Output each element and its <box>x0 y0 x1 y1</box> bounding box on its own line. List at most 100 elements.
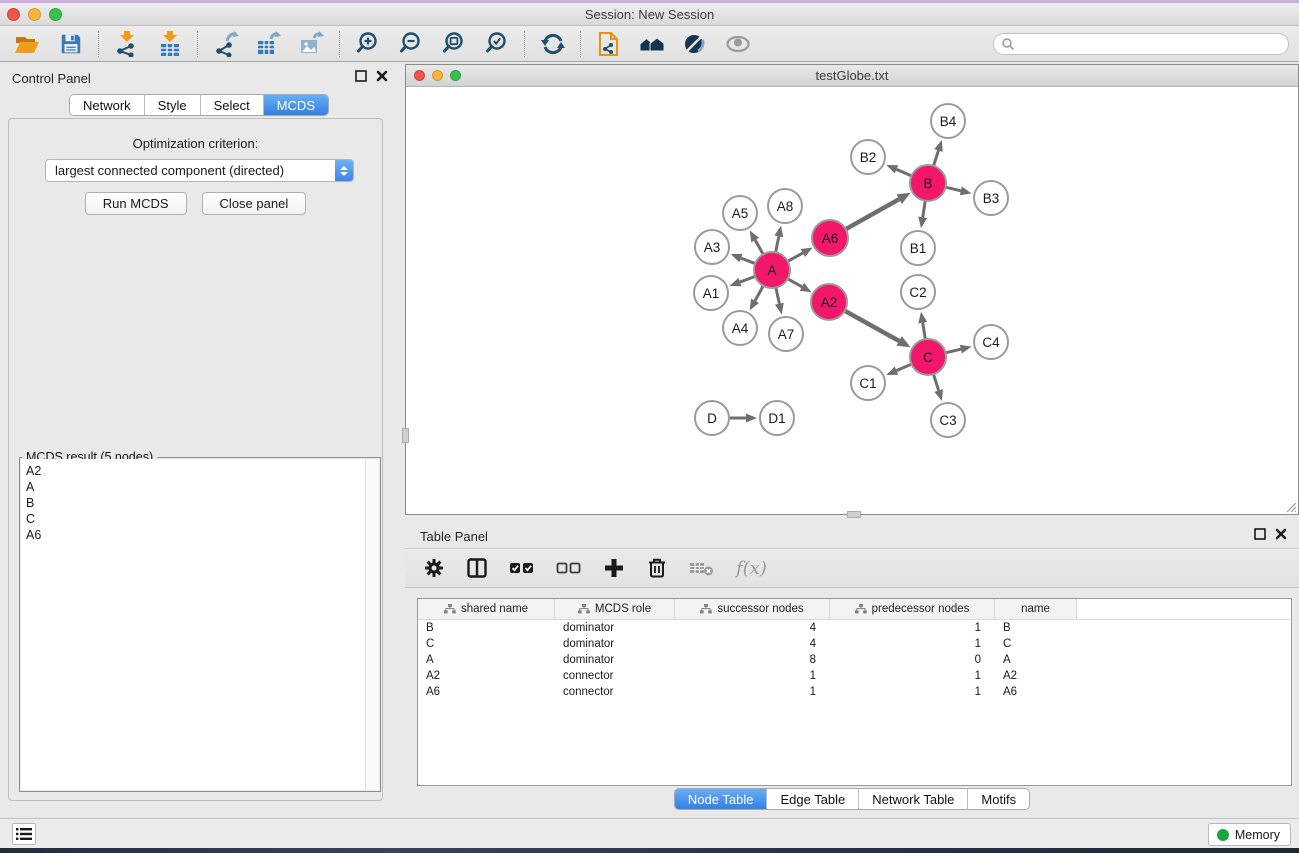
splitter-handle-vertical[interactable] <box>402 428 409 443</box>
add-column-button plus-icon[interactable] <box>603 557 625 579</box>
graph-edge-A6-B <box>846 199 900 229</box>
edge-arrowhead <box>886 165 898 174</box>
table-cell: connector <box>555 686 675 698</box>
tab-network[interactable]: Network <box>70 95 144 115</box>
zoom-out-button[interactable] <box>389 28 432 60</box>
open-session-button[interactable] <box>6 28 49 60</box>
new-network-button[interactable] <box>587 28 630 60</box>
app-titlebar: Session: New Session <box>0 3 1299 26</box>
network-canvas[interactable]: AA1A2A3A4A5A6A7A8BB1B2B3B4CC1C2C3C4DD1 <box>406 88 1298 514</box>
table-row[interactable]: Adominator80A <box>418 652 1291 668</box>
optimization-criterion-select[interactable]: largest connected component (directed) <box>45 159 354 182</box>
function-builder-button fx-icon[interactable]: f(x) <box>736 558 767 579</box>
table-cell: A6 <box>418 686 555 698</box>
float-panel-icon[interactable] <box>1254 528 1266 540</box>
tab-network-table[interactable]: Network Table <box>858 789 967 809</box>
edge-arrowhead <box>746 414 757 423</box>
zoom-fit-button[interactable] <box>432 28 475 60</box>
column-header-successor-nodes[interactable]: successor nodes <box>675 599 830 619</box>
table-cell: C <box>995 638 1077 650</box>
tab-select[interactable]: Select <box>200 95 263 115</box>
graph-edge-B-B2 <box>896 169 911 176</box>
tab-node-table[interactable]: Node Table <box>675 789 767 809</box>
attribute-tree-icon <box>578 604 590 614</box>
graph-node-label: B2 <box>860 150 877 165</box>
float-panel-icon[interactable] <box>355 70 367 82</box>
zoom-selected-button[interactable] <box>475 28 518 60</box>
graph-edge-A-A6 <box>788 253 803 261</box>
run-mcds-button[interactable]: Run MCDS <box>85 192 187 215</box>
graph-node-label: B3 <box>983 191 1000 206</box>
result-list-item: C <box>21 513 379 529</box>
zoom-in-button[interactable] <box>346 28 389 60</box>
column-header-mcds-role[interactable]: MCDS role <box>555 599 675 619</box>
tab-motifs[interactable]: Motifs <box>967 789 1029 809</box>
dropdown-arrows-icon <box>335 160 353 181</box>
export-network-button[interactable] <box>204 28 247 60</box>
memory-button[interactable]: Memory <box>1208 823 1291 846</box>
table-cell: A2 <box>995 670 1077 682</box>
export-table-button[interactable] <box>247 28 290 60</box>
graph-node-label: C <box>923 350 933 365</box>
network-window-titlebar: testGlobe.txt <box>406 65 1298 87</box>
network-window-title: testGlobe.txt <box>406 65 1298 86</box>
deselect-all-button unchecked-boxes-icon[interactable] <box>556 557 582 579</box>
node-table-body: Bdominator41BCdominator41CAdominator80AA… <box>418 620 1291 700</box>
node-table: shared nameMCDS rolesuccessor nodesprede… <box>417 598 1292 786</box>
eye-icon <box>724 31 752 57</box>
search-input[interactable] <box>1015 35 1288 53</box>
graph-edge-C-C1 <box>896 364 911 371</box>
destroy-table-button table-delete-icon[interactable] <box>689 557 715 579</box>
table-row[interactable]: A6connector11A6 <box>418 684 1291 700</box>
column-header-predecessor-nodes[interactable]: predecessor nodes <box>830 599 995 619</box>
export-image-icon <box>299 31 325 57</box>
table-cell: dominator <box>555 622 675 634</box>
close-panel-icon[interactable] <box>1275 528 1287 540</box>
tab-style[interactable]: Style <box>144 95 200 115</box>
import-network-button[interactable] <box>105 28 148 60</box>
column-header-name[interactable]: name <box>995 599 1077 619</box>
select-all-button checked-boxes-icon[interactable] <box>509 557 535 579</box>
tab-edge-table[interactable]: Edge Table <box>766 789 858 809</box>
attribute-tree-icon <box>700 604 712 614</box>
table-settings-button gear-icon[interactable] <box>423 557 445 579</box>
graph-edge-B-B1 <box>923 201 926 218</box>
first-neighbors-button[interactable] <box>630 28 673 60</box>
table-row[interactable]: Bdominator41B <box>418 620 1291 636</box>
control-panel-title: Control Panel <box>12 71 91 86</box>
main-toolbar <box>0 26 1299 62</box>
delete-column-button trash-icon[interactable] <box>646 557 668 579</box>
mcds-result-list: A2ABCA6 <box>21 459 379 790</box>
result-scrollbar[interactable] <box>365 459 379 790</box>
graph-node-label: A6 <box>822 231 839 246</box>
hide-selected-button[interactable] <box>673 28 716 60</box>
splitter-handle-horizontal[interactable] <box>847 511 861 518</box>
edge-arrowhead <box>775 303 784 315</box>
graph-edge-A-A2 <box>788 279 802 287</box>
attribute-tree-icon <box>444 604 456 614</box>
import-table-button[interactable] <box>148 28 191 60</box>
table-row[interactable]: A2connector11A2 <box>418 668 1291 684</box>
column-header-shared-name[interactable]: shared name <box>418 599 555 619</box>
application-window: Session: New Session <box>0 0 1299 853</box>
apply-layout-button[interactable] <box>531 28 574 60</box>
resize-grip-icon[interactable] <box>1283 499 1297 513</box>
table-row[interactable]: Cdominator41C <box>418 636 1291 652</box>
save-session-button[interactable] <box>49 28 92 60</box>
task-history-button[interactable] <box>12 823 36 845</box>
memory-status-icon <box>1217 829 1229 841</box>
search-box <box>993 33 1289 55</box>
table-cell: A2 <box>418 670 555 682</box>
show-column-button columns-icon[interactable] <box>466 557 488 579</box>
table-panel-tabs: Node TableEdge TableNetwork TableMotifs <box>674 788 1030 810</box>
graph-node-label: A8 <box>777 199 794 214</box>
toolbar-divider <box>339 31 340 57</box>
table-cell: connector <box>555 670 675 682</box>
table-cell: dominator <box>555 654 675 666</box>
close-panel-icon[interactable] <box>376 70 388 82</box>
close-panel-button[interactable]: Close panel <box>202 192 307 215</box>
tab-mcds[interactable]: MCDS <box>263 95 328 115</box>
export-image-button[interactable] <box>290 28 333 60</box>
result-list-item: B <box>21 497 379 513</box>
show-all-button[interactable] <box>716 28 759 60</box>
